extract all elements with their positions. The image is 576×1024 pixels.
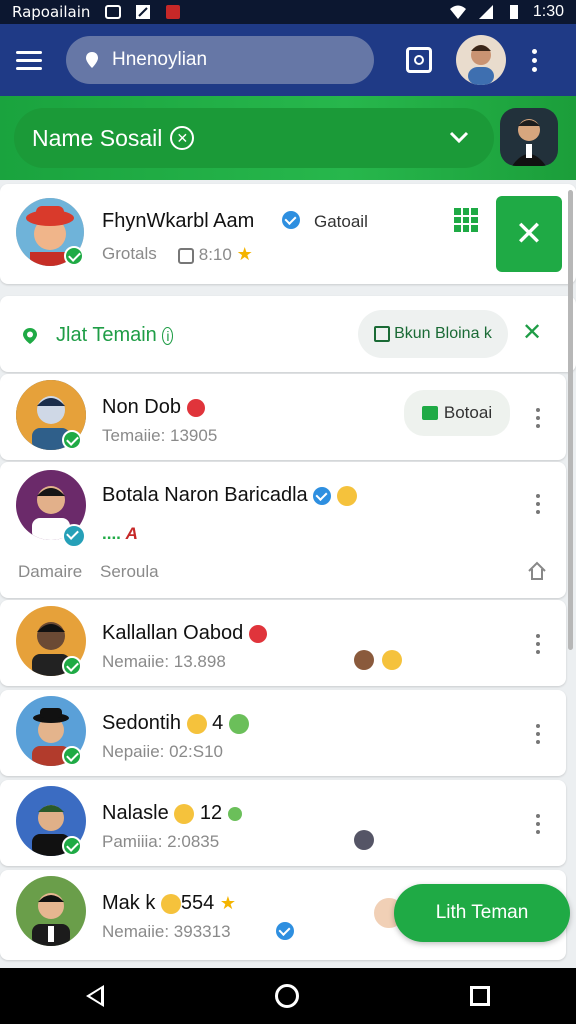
header-bar: Name Sosail ✕ [0,96,576,180]
online-check-icon [62,430,82,450]
camera-icon[interactable] [406,47,432,73]
row-right-label: Seroula [100,562,159,581]
mini-avatar-icon [354,830,374,850]
online-check-icon [62,836,82,856]
profile-avatar[interactable] [500,108,558,166]
contact-avatar [16,876,86,946]
image-icon [421,406,438,420]
menu-icon[interactable] [16,44,48,76]
list-item[interactable]: Nalasle 12 Pamiiia: 2:0835 [0,780,566,866]
add-friend-button[interactable]: Lith Teman [394,884,570,942]
emoji-icon [160,893,181,914]
row-more-icon[interactable] [534,814,542,834]
emoji-icon [354,650,374,670]
row-more-icon[interactable] [534,408,542,428]
list-item[interactable]: Non Dob Temaiie: 13905 Botoai [0,374,566,460]
battery-icon [509,5,518,19]
scrollbar[interactable] [568,190,573,650]
back-icon[interactable] [85,985,104,1007]
online-check-icon [62,656,82,676]
status-bar: Rapoailain 1:30 [0,0,576,24]
shuffle-icon[interactable]: ✕ [522,318,542,347]
chip-label: Bkun Bloina k [394,325,492,342]
verified-badge-icon [282,211,300,229]
avatar[interactable] [456,35,506,85]
earth-icon [228,713,249,734]
timer-icon [178,247,194,264]
header-selector[interactable]: Name Sosail ✕ [14,108,494,168]
star-icon: ★ [236,244,253,264]
contact-sub: Temaiie: 13905 [102,426,218,445]
home-nav-icon[interactable] [274,984,299,1008]
online-check-icon [62,746,82,766]
contact-name: Mak k 554 ★ [102,892,236,914]
wifi-icon [449,5,466,19]
action-button[interactable]: Botoai [404,390,510,436]
contact-sub: Pamiiia: 2:0835 [102,832,220,851]
featured-tag: Gatoail [314,212,368,231]
app-icon [166,5,181,19]
contact-name: Sedontih 4 [102,712,249,735]
home-icon[interactable] [526,560,548,582]
clock-badge-icon: ✕ [170,126,195,150]
contact-name: Botala Naron Baricadla [102,484,357,507]
notification-icon [105,5,122,19]
earth-icon [227,806,242,821]
search-bar[interactable]: Hnenoylian [66,36,374,84]
chevron-down-icon[interactable] [446,124,472,150]
emoji-icon [174,803,195,824]
close-icon: ✕ [514,215,544,253]
contact-name: Non Dob [102,396,205,419]
carrier-label: Rapoailain [12,3,91,21]
online-check-icon [62,524,86,548]
typing-indicator: .... A [102,524,138,543]
edit-icon [136,5,151,19]
location-icon [23,328,37,344]
emoji-icon [186,713,207,734]
featured-name: FhynWkarbl Aam [102,210,255,232]
chip-icon [374,326,391,342]
app-bar: Hnenoylian [0,24,576,96]
contact-sub: Nepaiie: 02:S10 [102,742,223,761]
search-input[interactable]: Hnenoylian [112,49,207,71]
featured-card[interactable]: FhynWkarbl Aam Gatoail Grotals 8:10 ★ [0,184,576,284]
grid-icon[interactable] [454,208,478,232]
row-more-icon[interactable] [534,494,542,514]
contact-name: Nalasle 12 [102,802,242,825]
contact-sub: Nemaiie: 13.898 [102,652,226,671]
section-title: Jlat Temain i [56,324,174,347]
contact-name: Kallallan Oabod [102,622,267,645]
header-title: Name Sosail [32,124,163,151]
verified-check-icon [64,246,84,266]
emoji-icon [336,485,357,506]
system-nav-bar [0,968,576,1024]
verified-badge-icon [276,922,294,940]
info-icon: i [162,327,174,345]
list-item[interactable]: Kallallan Oabod Nemaiie: 13.898 [0,600,566,686]
featured-time: 8:10 [198,245,232,264]
heart-icon [186,398,205,417]
star-icon: ★ [219,893,236,913]
close-button[interactable]: ✕ [496,196,562,272]
list-item[interactable]: Sedontih 4 Nepaiie: 02:S10 [0,690,566,776]
filter-chip[interactable]: Bkun Bloina k [358,310,508,358]
pen-icon: A [125,524,138,543]
signal-icon [478,5,493,19]
row-left-label: Damaire [18,562,83,581]
list-item[interactable]: Botala Naron Baricadla .... A Damaire Se… [0,462,566,598]
row-more-icon[interactable] [534,634,542,654]
recent-apps-icon[interactable] [470,986,491,1006]
featured-sub: Grotals [102,244,157,263]
emoji-icon [382,650,402,670]
verified-badge-icon [313,486,332,505]
contact-sub: Nemaiie: 393313 [102,922,231,941]
featured-time-row: 8:10 ★ [178,244,253,265]
row-more-icon[interactable] [534,724,542,744]
heart-icon [248,624,267,643]
more-vert-icon[interactable] [524,48,544,72]
pin-icon [86,52,98,68]
fab-label: Lith Teman [435,902,529,923]
clock: 1:30 [532,3,564,20]
